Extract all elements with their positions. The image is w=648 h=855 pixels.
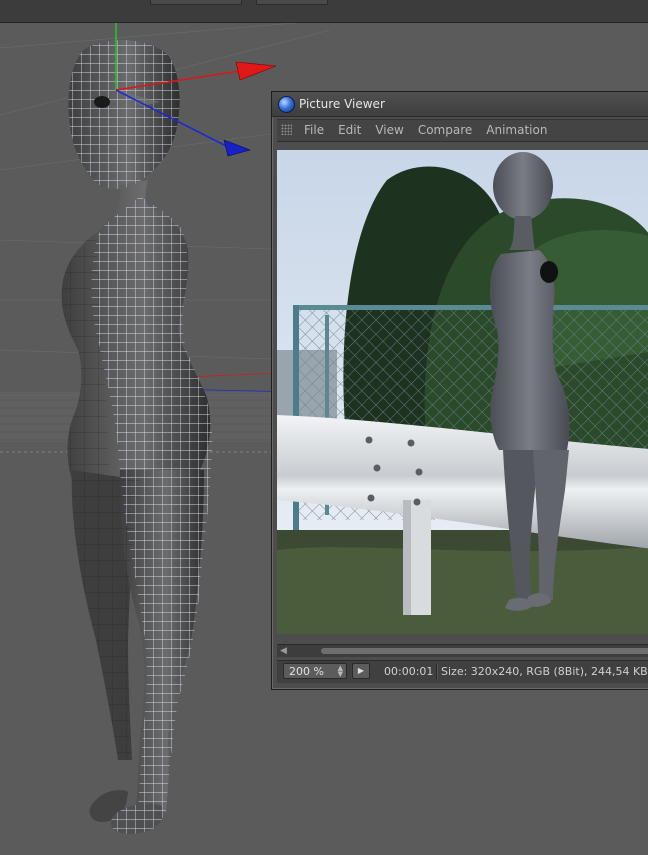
character-mesh	[61, 40, 213, 834]
rendered-image[interactable]	[277, 150, 648, 634]
viewport-header	[0, 0, 648, 23]
menu-file[interactable]: File	[304, 123, 324, 137]
play-button[interactable]: ▶	[352, 663, 370, 679]
window-title: Picture Viewer	[299, 97, 385, 111]
image-info: Size: 320x240, RGB (8Bit), 244,54 KB	[441, 665, 648, 678]
menu-view[interactable]: View	[375, 123, 403, 137]
zoom-spinner-icon[interactable]: ▲ ▼	[338, 665, 343, 678]
zoom-value: 200 %	[289, 665, 324, 678]
menu-bar: File Edit View Compare Animation	[277, 119, 648, 142]
scroll-left-icon[interactable]: ◀	[280, 646, 287, 656]
picture-viewer-window[interactable]: Picture Viewer File Edit View Compare An…	[271, 91, 648, 690]
menu-animation[interactable]: Animation	[486, 123, 547, 137]
play-icon: ▶	[357, 666, 365, 675]
zoom-select[interactable]: 200 % ▲ ▼	[283, 663, 347, 679]
picture-viewer-titlebar[interactable]: Picture Viewer	[272, 92, 648, 117]
picture-viewer-logo-icon	[278, 96, 295, 113]
scrollbar-thumb[interactable]	[321, 648, 648, 654]
status-divider	[436, 664, 438, 679]
render-scene	[277, 150, 648, 634]
menu-grip-icon[interactable]	[281, 124, 292, 135]
menu-edit[interactable]: Edit	[338, 123, 361, 137]
frame-time: 00:00:01	[384, 665, 434, 678]
status-bar: 200 % ▲ ▼ ▶ 00:00:01 Size: 320x240, RGB (…	[277, 660, 648, 683]
horizontal-scrollbar[interactable]: ◀	[277, 644, 648, 657]
menu-compare[interactable]: Compare	[418, 123, 472, 137]
